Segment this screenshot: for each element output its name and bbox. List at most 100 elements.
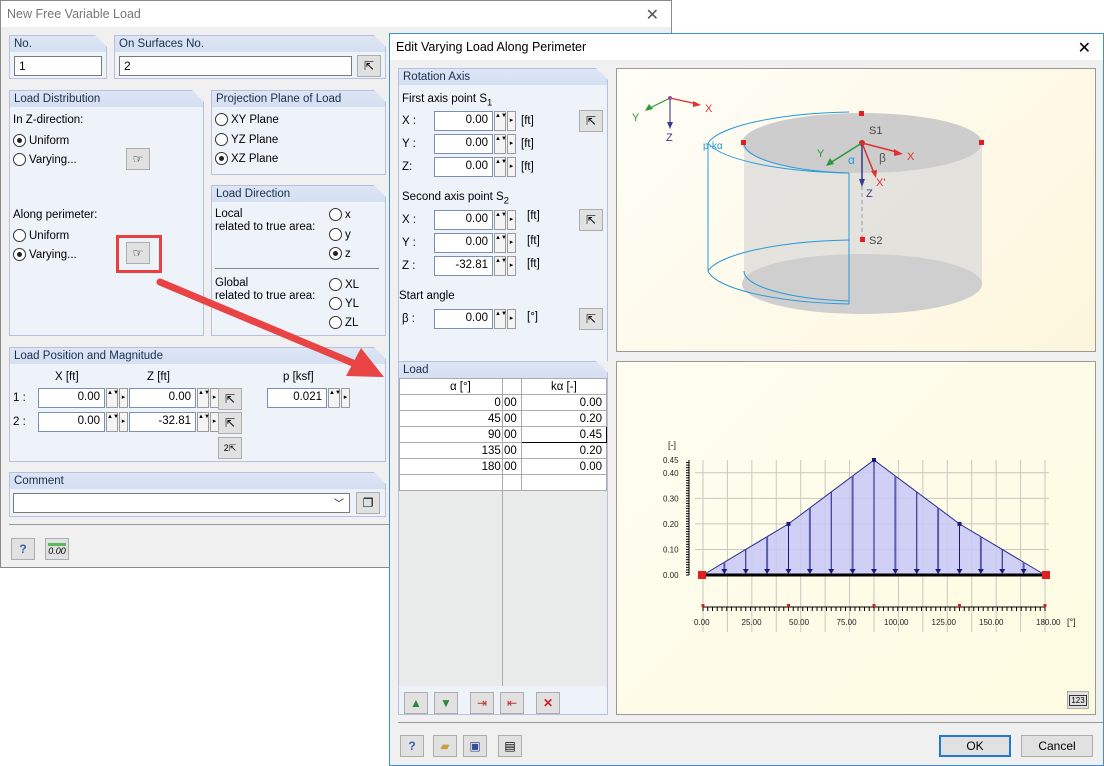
arrow-right-icon[interactable]: ▸ (507, 309, 516, 329)
alpha-header: α [°] (399, 378, 522, 395)
table-row[interactable]: 180.00 0.00 (399, 458, 608, 475)
s1-y-input[interactable]: 0.00 ▲▼ ▸ (434, 134, 516, 154)
table-row[interactable]: 45.00 0.20 (399, 410, 608, 427)
alpha-cell[interactable]: 135.00 (399, 442, 522, 459)
table-row[interactable]: 0.00 0.00 (399, 394, 608, 411)
data-point (872, 458, 876, 462)
spinner[interactable]: ▲▼ (494, 256, 507, 276)
cylinder (707, 111, 984, 314)
start-node (698, 571, 706, 579)
delete-row-button[interactable]: ⇤ (500, 692, 524, 714)
spinner[interactable]: ▲▼ (494, 157, 507, 177)
table-column-divider (502, 378, 503, 686)
arrow-right-icon[interactable]: ▸ (507, 134, 516, 154)
s2-y-input[interactable]: 0.00 ▲▼ ▸ (434, 233, 516, 253)
pick-cursor-icon: ⇱ (585, 312, 597, 326)
local-z-label: Z (866, 188, 873, 200)
value[interactable]: -32.81 (434, 256, 493, 276)
arrow-right-icon[interactable]: ▸ (507, 233, 516, 253)
save-button[interactable]: ▣ (463, 735, 487, 757)
save-disk-icon: ▣ (469, 739, 481, 753)
alpha-cell[interactable] (399, 474, 522, 491)
global-z-label: Z (666, 132, 673, 144)
value[interactable]: 0.00 (434, 309, 493, 329)
alpha-cell[interactable]: 45.00 (399, 410, 522, 427)
value[interactable]: 0.00 (434, 157, 493, 177)
delete-all-button[interactable]: ✕ (536, 692, 560, 714)
alpha-cell[interactable]: 0.00 (399, 394, 522, 411)
help-button-front[interactable]: ? (400, 735, 424, 757)
front-dialog-title: Edit Varying Load Along Perimeter (396, 40, 587, 54)
value[interactable]: 0.00 (434, 111, 493, 131)
spinner[interactable]: ▲▼ (494, 233, 507, 253)
pick-angle-button[interactable]: ⇱ (579, 308, 603, 330)
alpha-cell[interactable]: 90.00 (399, 426, 522, 443)
arrow-right-icon[interactable]: ▸ (507, 256, 516, 276)
table-row[interactable] (399, 474, 608, 491)
open-button[interactable]: ▰ (433, 735, 457, 757)
export-excel-button[interactable]: ▼ (434, 692, 458, 714)
remove-row-icon: ⇤ (506, 696, 518, 710)
beta-label: β : (402, 313, 416, 325)
pick-s1-button[interactable]: ⇱ (579, 110, 603, 132)
y-tick-label: 0.20 (663, 520, 679, 529)
data-point (957, 521, 962, 526)
pick-s2-button[interactable]: ⇱ (579, 209, 603, 231)
s1-z-label: Z: (402, 161, 413, 173)
close-icon[interactable]: ✕ (1078, 38, 1091, 58)
spinner[interactable]: ▲▼ (494, 134, 507, 154)
spinner[interactable]: ▲▼ (494, 309, 507, 329)
load-chart-panel: 0.00 0.10 0.20 0.30 0.40 0.45 [-] 0.00 25.00 50.0… (616, 361, 1096, 715)
table-row[interactable]: 135.00 0.20 (399, 442, 608, 459)
s2-z-input[interactable]: -32.81 ▲▼ ▸ (434, 256, 516, 276)
label-text: Second axis point S (402, 191, 504, 203)
s1-x-input[interactable]: 0.00 ▲▼ ▸ (434, 111, 516, 131)
insert-row-button[interactable]: ⇥ (470, 692, 494, 714)
data-point (786, 521, 791, 526)
k-cell[interactable]: 0.45 (520, 426, 608, 443)
unit: [ft] (527, 210, 540, 222)
x-tick-label: 150.00 (979, 618, 1004, 627)
y-tick-label: 0.10 (663, 545, 679, 554)
second-axis-label: Second axis point S2 (402, 191, 509, 206)
cylinder-diagram-svg: X Y Z p·kα S1 X Y Z X' α β S2 (632, 96, 984, 314)
alpha-cell[interactable]: 180.00 (399, 458, 522, 475)
value[interactable]: 0.00 (434, 233, 493, 253)
s1-z-input[interactable]: 0.00 ▲▼ ▸ (434, 157, 516, 177)
arrow-right-icon[interactable]: ▸ (507, 111, 516, 131)
arrow-right-icon[interactable]: ▸ (507, 157, 516, 177)
x-node-marker (958, 604, 961, 607)
cancel-button[interactable]: Cancel (1021, 735, 1093, 757)
front-footer-divider (398, 722, 1103, 723)
k-cell[interactable]: 0.20 (520, 410, 608, 427)
pick-cursor-icon: ⇱ (585, 114, 597, 128)
s1-label: S1 (869, 125, 882, 137)
beta-label: β (879, 151, 886, 165)
value[interactable]: 0.00 (434, 134, 493, 154)
import-excel-button[interactable]: ▲ (404, 692, 428, 714)
arrow-right-icon[interactable]: ▸ (507, 210, 516, 230)
beta-input[interactable]: 0.00 ▲▼ ▸ (434, 309, 516, 329)
k-cell[interactable]: 0.00 (520, 458, 608, 475)
load-group: Load α [°] kα [-] 0.00 0.00 45.00 0.20 90.00… (398, 361, 608, 715)
excel-import-icon: ▲ (410, 696, 422, 710)
k-cell[interactable]: 0.00 (520, 394, 608, 411)
x-tick-label: 0.00 (694, 618, 710, 627)
k-cell[interactable] (520, 474, 608, 491)
y-tick-label: 0.45 (663, 456, 679, 465)
delete-x-icon: ✕ (542, 696, 554, 710)
ok-button[interactable]: OK (939, 735, 1011, 757)
spinner[interactable]: ▲▼ (494, 111, 507, 131)
values-toggle-button[interactable]: 123 (1067, 691, 1089, 709)
spinner[interactable]: ▲▼ (494, 210, 507, 230)
calculator-button[interactable]: ▤ (498, 735, 522, 757)
start-angle-label: Start angle (399, 290, 455, 302)
value[interactable]: 0.00 (434, 210, 493, 230)
x-tick-label: 125.00 (932, 618, 957, 627)
k-cell[interactable]: 0.20 (520, 442, 608, 459)
s2-x-input[interactable]: 0.00 ▲▼ ▸ (434, 210, 516, 230)
x-axis-label: [°] (1067, 617, 1076, 627)
end-node (1042, 571, 1050, 579)
table-row[interactable]: 90.00 0.45 (399, 426, 608, 443)
label-sub: 2 (503, 195, 509, 207)
